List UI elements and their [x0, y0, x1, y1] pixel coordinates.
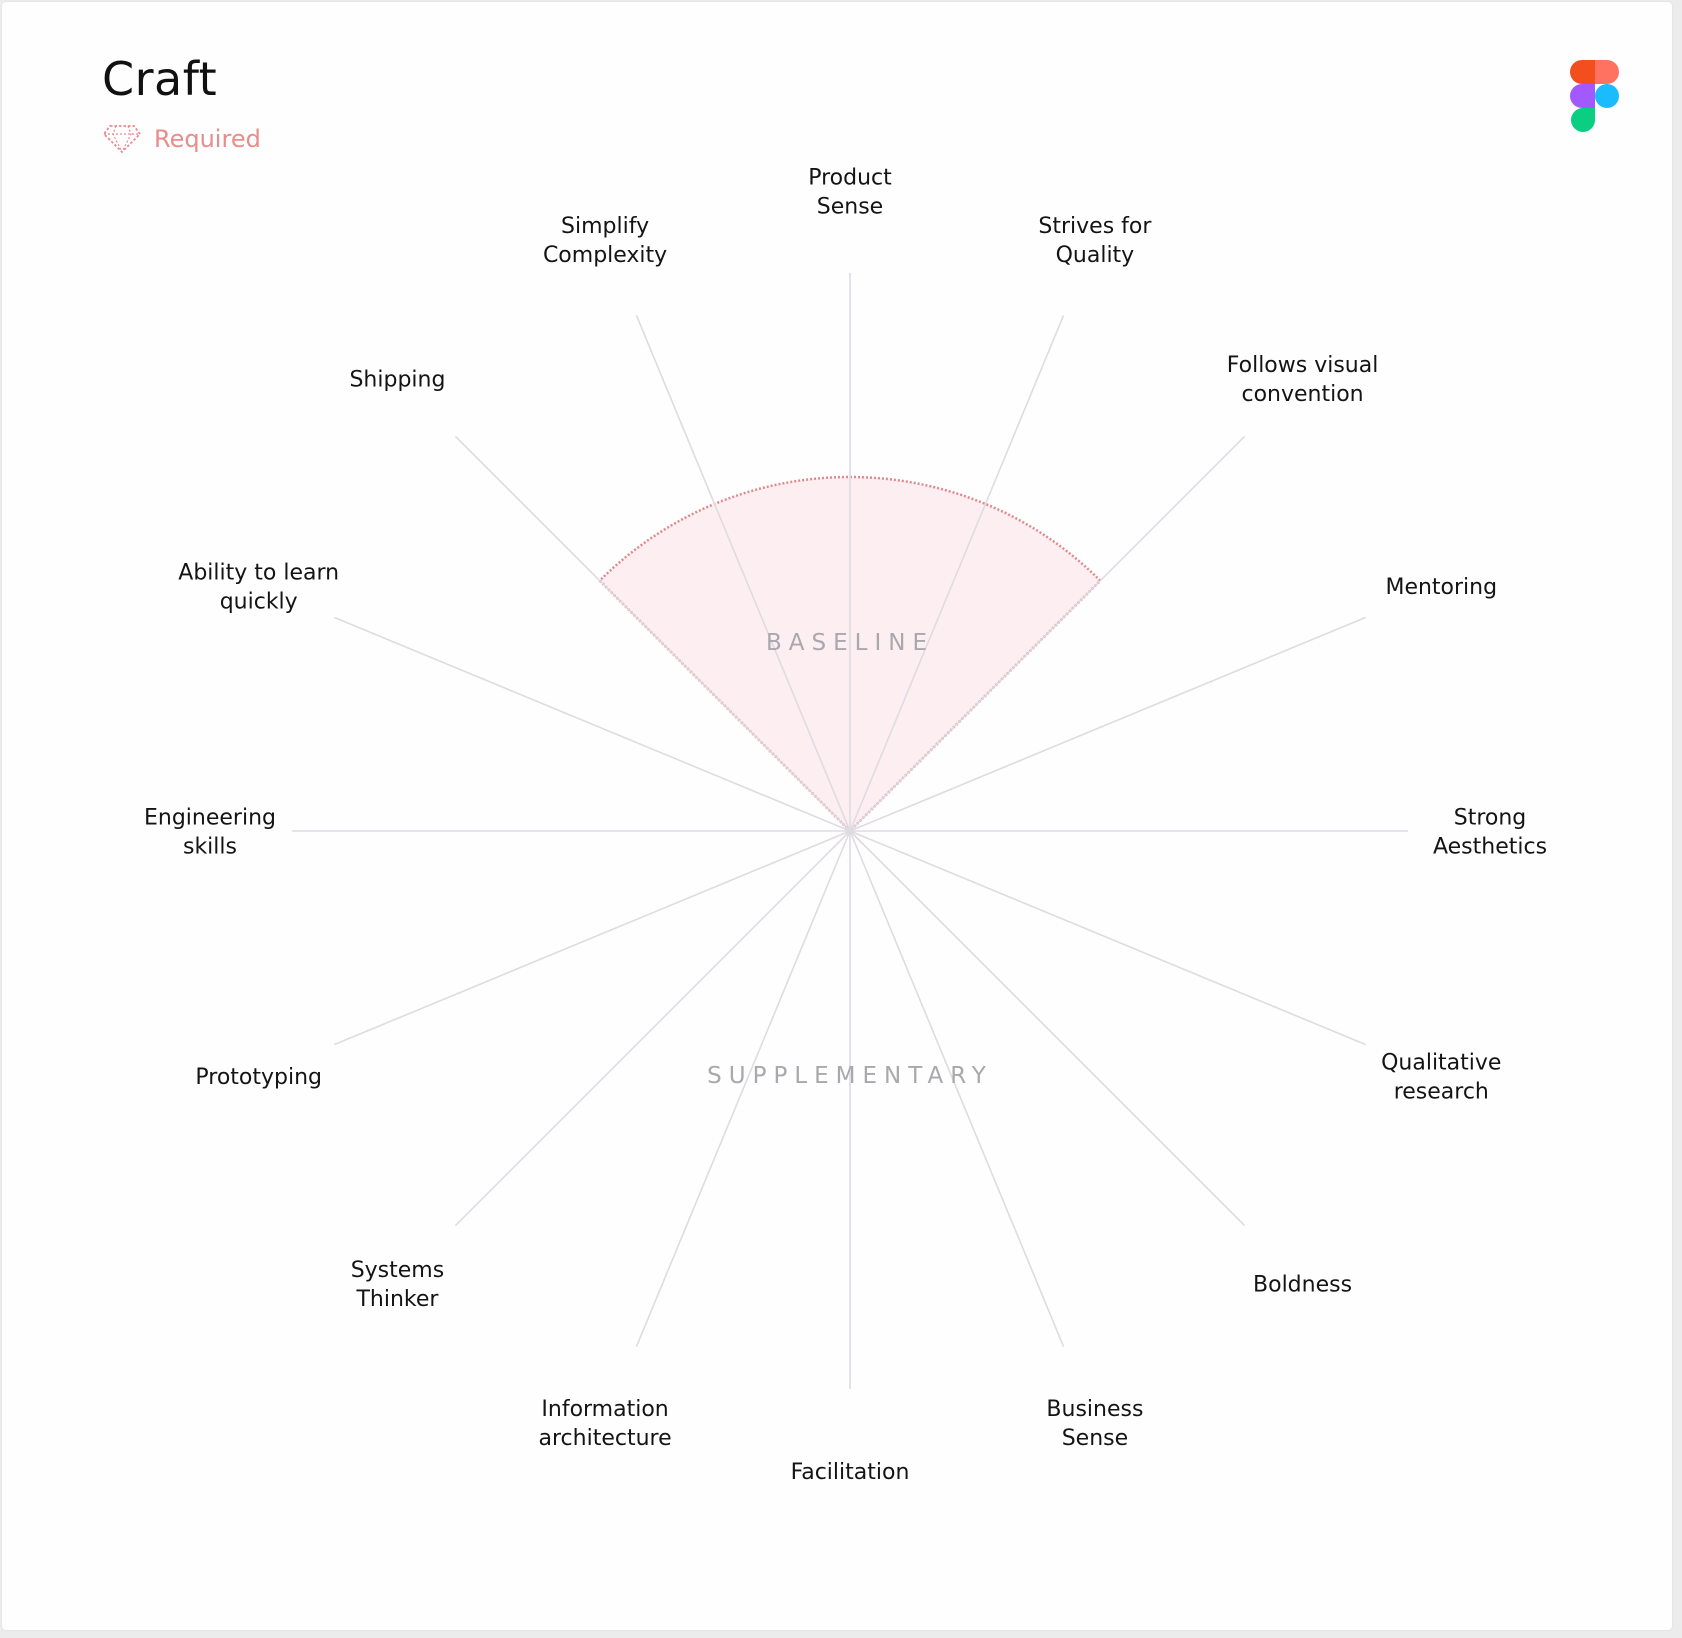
spoke-label: Business Sense: [1046, 1397, 1143, 1451]
spoke-label: Strong Aesthetics: [1433, 806, 1547, 860]
spoke-label-line: Aesthetics: [1433, 835, 1547, 860]
spoke-label: Engineering skills: [144, 806, 276, 860]
radial-diagram: Product Sense Strives for Quality Follows vi…: [144, 166, 1547, 1486]
spoke-label-line: Prototyping: [195, 1065, 322, 1090]
spoke-label-line: quickly: [220, 590, 298, 615]
spoke-label: Follows visual convention: [1227, 353, 1379, 407]
spoke-label-line: Sense: [817, 195, 883, 220]
spoke-label-line: Strives for: [1038, 214, 1152, 239]
spoke-label-line: Boldness: [1253, 1273, 1352, 1298]
spoke-label-line: Follows visual: [1227, 353, 1379, 378]
spoke-label: Boldness: [1253, 1273, 1352, 1298]
spoke-line: [849, 830, 1366, 1046]
spoke-line: [849, 830, 1246, 1227]
spoke-label: Systems Thinker: [351, 1258, 445, 1312]
spoke-label: Product Sense: [808, 166, 892, 220]
spoke-label-line: Mentoring: [1385, 575, 1497, 600]
spoke-label-line: Shipping: [349, 367, 445, 392]
spoke-label: Simplify Complexity: [543, 214, 667, 268]
spoke-label: Facilitation: [791, 1460, 910, 1485]
spoke-label-line: Information: [541, 1397, 668, 1422]
spoke-label-line: Engineering: [144, 806, 276, 831]
spoke-label-line: Sense: [1062, 1426, 1128, 1451]
spoke-label-line: research: [1394, 1079, 1489, 1104]
baseline-zone-label: BASELINE: [766, 630, 934, 656]
spoke-label: Strives for Quality: [1038, 214, 1152, 268]
spoke-label-line: Ability to learn: [178, 561, 339, 586]
spoke-label-line: Business: [1046, 1397, 1143, 1422]
supplementary-zone-label: SUPPLEMENTARY: [707, 1063, 993, 1089]
spoke-label-line: Facilitation: [791, 1460, 910, 1485]
spoke-label-line: architecture: [539, 1426, 672, 1451]
spoke-label: Ability to learn quickly: [178, 561, 339, 615]
spoke-label-line: Complexity: [543, 243, 667, 268]
spoke-line: [334, 830, 851, 1046]
spoke-label: Qualitative research: [1381, 1050, 1501, 1104]
spoke-label: Shipping: [349, 367, 445, 392]
spoke-label-line: Simplify: [561, 214, 649, 239]
spoke-label-line: skills: [183, 835, 237, 860]
spoke-label-line: Qualitative: [1381, 1050, 1501, 1075]
spoke-label-line: Thinker: [355, 1287, 439, 1312]
spoke-label-line: Strong: [1454, 806, 1527, 831]
spoke-label: Mentoring: [1385, 575, 1497, 600]
spoke-label-line: Quality: [1056, 243, 1135, 268]
spoke-label-line: convention: [1241, 382, 1363, 407]
spoke-label-line: Systems: [351, 1258, 445, 1283]
spoke-label-line: Product: [808, 166, 892, 191]
spoke-label: Prototyping: [195, 1065, 322, 1090]
spoke-line: [454, 830, 851, 1227]
spoke-label: Information architecture: [539, 1397, 672, 1451]
